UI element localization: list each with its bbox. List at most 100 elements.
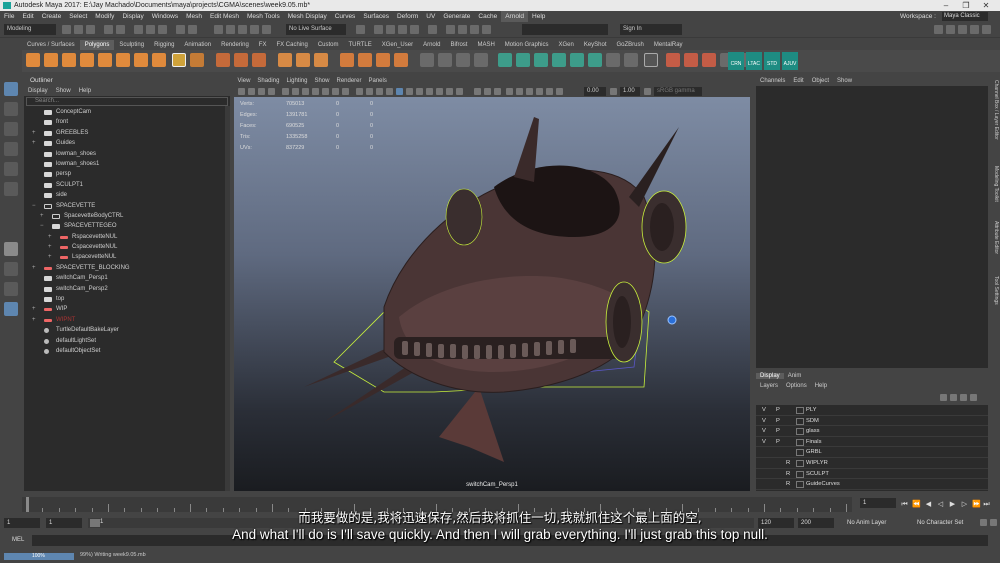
outliner-item[interactable]: + Guides — [24, 138, 230, 148]
shelf-tab-fx-caching[interactable]: FX Caching — [271, 40, 312, 50]
viewport-menu-shading[interactable]: Shading — [254, 78, 283, 84]
menu-edit-mesh[interactable]: Edit Mesh — [206, 11, 243, 22]
layer-visibility-toggle[interactable]: V — [762, 437, 766, 448]
shelf-tab-gozbrush[interactable]: GoZBrush — [612, 40, 649, 50]
layer-playback-toggle[interactable]: R — [786, 479, 790, 490]
step-forward-key-icon[interactable]: ⏩ — [972, 500, 981, 509]
step-back-frame-icon[interactable]: ◀ — [924, 500, 933, 509]
menu-help[interactable]: Help — [528, 11, 549, 22]
script-icon[interactable] — [684, 53, 698, 67]
sidebar-toggle-icon[interactable] — [970, 25, 979, 34]
layer-playback-toggle[interactable]: P — [776, 416, 780, 427]
poly-torus-icon[interactable] — [98, 53, 112, 67]
toggle-panel-icon[interactable] — [482, 25, 491, 34]
outliner-item[interactable]: + CspacevetteNUL — [24, 242, 230, 252]
insert-edge-loop-icon[interactable] — [474, 53, 488, 67]
select-tool-icon[interactable] — [4, 82, 18, 96]
ambient-occlusion-icon[interactable] — [426, 88, 433, 95]
layer-row[interactable]: V Pglass — [756, 426, 988, 437]
single-view-icon[interactable] — [4, 242, 18, 256]
new-layer-selected-icon[interactable] — [970, 394, 977, 401]
channel-box[interactable] — [756, 86, 988, 368]
outliner-item[interactable]: front — [24, 117, 230, 127]
workspace-select[interactable]: Maya Classic — [942, 12, 988, 21]
depth-of-field-icon[interactable] — [446, 88, 453, 95]
poly-plane-icon[interactable] — [116, 53, 130, 67]
outliner-item[interactable]: SCULPT1 — [24, 180, 230, 190]
current-frame-field[interactable]: 1 — [860, 498, 896, 508]
channel-menu-channels[interactable]: Channels — [756, 78, 789, 84]
outliner-item[interactable]: lowman_shoes1 — [24, 159, 230, 169]
layer-visibility-toggle[interactable]: V — [762, 416, 766, 427]
shelf-tab-xgen-user[interactable]: XGen_User — [377, 40, 418, 50]
menu-windows[interactable]: Windows — [148, 11, 182, 22]
layer-row[interactable]: V P PLY — [756, 405, 988, 416]
sidebar-toggle-icon[interactable] — [946, 25, 955, 34]
move-tool-icon[interactable] — [4, 142, 18, 156]
layer-color-swatch[interactable] — [796, 481, 804, 489]
two-view-icon[interactable] — [4, 282, 18, 296]
outliner-item[interactable]: lowman_shoes — [24, 149, 230, 159]
film-gate-icon[interactable] — [292, 88, 299, 95]
viewport-menu-renderer[interactable]: Renderer — [333, 78, 365, 84]
shelf-button-ajuv[interactable]: AJUV — [782, 52, 798, 70]
wireframe-on-shaded-icon[interactable] — [376, 88, 383, 95]
outliner-item[interactable]: + SPACEVETTE_BLOCKING — [24, 263, 230, 273]
input-line-field[interactable] — [522, 24, 608, 35]
viewport-menu-lighting[interactable]: Lighting — [283, 78, 311, 84]
collapse-icon[interactable]: − — [40, 221, 44, 231]
layer-row[interactable]: V P SDM — [756, 416, 988, 427]
bridge-icon[interactable] — [394, 53, 408, 67]
menu-cache[interactable]: Cache — [474, 11, 501, 22]
exposure-field[interactable]: 0.00 — [584, 87, 606, 96]
render-settings-icon[interactable] — [398, 25, 407, 34]
viewport-menu-view[interactable]: View — [234, 78, 254, 84]
camera-select-icon[interactable] — [238, 88, 245, 95]
poly-cylinder-icon[interactable] — [62, 53, 76, 67]
render-frame-icon[interactable] — [374, 25, 383, 34]
menu-surfaces[interactable]: Surfaces — [359, 11, 393, 22]
menu-curves[interactable]: Curves — [331, 11, 360, 22]
outliner-item[interactable]: + SpacevetteBodyCTRL — [24, 211, 230, 221]
boolean-intersect-icon[interactable] — [314, 53, 328, 67]
bevel-icon[interactable] — [358, 53, 372, 67]
field-chart-icon[interactable] — [322, 88, 329, 95]
menu-create[interactable]: Create — [38, 11, 66, 22]
poly-disc-icon[interactable] — [134, 53, 148, 67]
layer-menu-options[interactable]: Options — [782, 383, 811, 389]
shelf-tab-curves-surfaces[interactable]: Curves / Surfaces — [22, 40, 80, 50]
layer-visibility-toggle[interactable]: V — [762, 426, 766, 437]
color-space-select[interactable]: sRGB gamma — [654, 87, 702, 96]
layer-tab-anim[interactable]: Anim — [784, 373, 806, 379]
exposure-icon[interactable] — [546, 88, 553, 95]
wait-script-icon[interactable] — [644, 53, 658, 67]
camera-attr-icon[interactable] — [248, 88, 255, 95]
go-to-end-icon[interactable]: ⏭ — [982, 500, 991, 509]
expand-icon[interactable]: + — [32, 263, 36, 273]
menu-file[interactable]: File — [0, 11, 18, 22]
step-forward-frame-icon[interactable]: ▷ — [960, 500, 969, 509]
outliner-item[interactable]: switchCam_Persp2 — [24, 284, 230, 294]
wireframe-icon[interactable] — [356, 88, 363, 95]
select-hierarchy-icon[interactable] — [134, 25, 143, 34]
select-object-icon[interactable] — [146, 25, 155, 34]
gamma-icon[interactable] — [610, 88, 617, 95]
ipr-render-icon[interactable] — [386, 25, 395, 34]
channel-menu-object[interactable]: Object — [808, 78, 833, 84]
shelf-tab-keyshot[interactable]: KeyShot — [579, 40, 612, 50]
exposure-icon[interactable] — [494, 88, 501, 95]
menu-set-dropdown[interactable]: Modeling — [4, 24, 56, 35]
maximize-button[interactable]: ❐ — [956, 0, 976, 11]
color-mgmt-icon[interactable] — [516, 88, 523, 95]
new-layer-icon[interactable] — [960, 394, 967, 401]
smooth-shade-icon[interactable] — [366, 88, 373, 95]
outliner-item[interactable]: top — [24, 294, 230, 304]
hud-icon[interactable] — [506, 88, 513, 95]
shelf-tab-bifrost[interactable]: Bifrost — [445, 40, 472, 50]
viewport-menu-panels[interactable]: Panels — [365, 78, 390, 84]
paint-select-tool-icon[interactable] — [4, 122, 18, 136]
fill-hole-icon[interactable] — [420, 53, 434, 67]
four-view-icon[interactable] — [4, 262, 18, 276]
multi-cut-icon[interactable] — [456, 53, 470, 67]
shelf-tab-xgen[interactable]: XGen — [553, 40, 578, 50]
